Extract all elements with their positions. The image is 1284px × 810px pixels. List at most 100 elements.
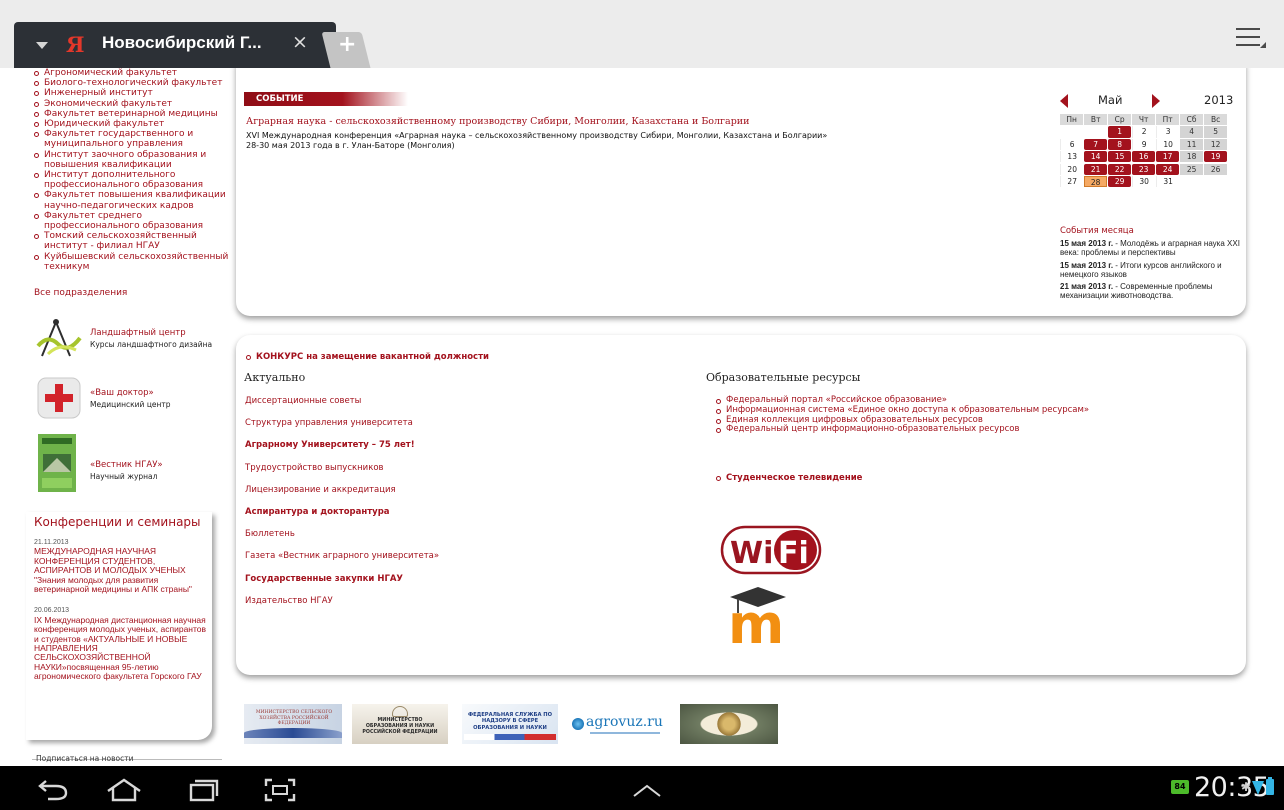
calendar-day[interactable]: 21 [1083,163,1108,175]
calendar-day[interactable]: 31 [1155,175,1180,188]
subscribe-link[interactable]: Подписаться на новости [36,754,133,763]
calendar-day[interactable]: 4 [1179,126,1204,138]
conference-link[interactable]: МЕЖДУНАРОДНАЯ НАУЧНАЯ КОНФЕРЕНЦИЯ СТУДЕН… [34,547,210,594]
calendar-day[interactable]: 5 [1203,126,1228,138]
calendar-day[interactable]: 15 [1107,151,1132,163]
calendar-day[interactable]: 3 [1155,126,1180,138]
menu-icon[interactable] [1236,28,1268,54]
moodle-logo[interactable]: m [724,583,814,647]
calendar-next-icon[interactable] [1152,94,1160,108]
calendar-day[interactable]: 26 [1203,163,1228,175]
actual-link[interactable]: Трудоустройство выпускников [245,463,665,485]
calendar-day[interactable]: 18 [1179,151,1204,163]
faculty-link[interactable]: Томский сельскохозяйственный институт - … [34,231,230,251]
faculty-link[interactable]: Факультет ветеринарной медицины [34,109,230,119]
faculty-link[interactable]: Институт заочного образования и повышени… [34,150,230,170]
conference-link[interactable]: IX Международная дистанционная научная к… [34,615,210,682]
calendar-day[interactable]: 9 [1131,138,1156,150]
calendar-prev-icon[interactable] [1060,94,1068,108]
conference-item[interactable]: 21.11.2013 МЕЖДУНАРОДНАЯ НАУЧНАЯ КОНФЕРЕ… [34,538,210,594]
back-icon[interactable] [36,778,70,810]
calendar-day[interactable]: 2 [1131,126,1156,138]
calendar-day[interactable]: 1 [1107,126,1132,138]
calendar-day[interactable]: 30 [1131,175,1156,188]
journal-cover-icon [38,434,76,492]
actual-link[interactable]: Газета «Вестник аграрного университета» [245,551,665,573]
chevron-down-icon[interactable] [36,42,48,49]
month-event-item[interactable]: 21 мая 2013 г. - Современные проблемы ме… [1060,282,1246,301]
calendar-day[interactable]: 27 [1060,175,1084,188]
calendar-day[interactable]: 19 [1203,151,1228,163]
actual-section-title: Актуально [244,371,306,384]
bluetooth-icon: ✱ [1241,780,1252,794]
calendar-day[interactable]: 24 [1155,163,1180,175]
faculty-link[interactable]: Куйбышевский сельскохозяйственный техник… [34,252,230,272]
calendar-day[interactable]: 7 [1083,138,1108,150]
calendar-day[interactable]: 11 [1179,138,1204,150]
faculty-link[interactable]: Юридический факультет [34,119,230,129]
student-tv-link[interactable]: Студенческое телевидение [716,473,862,483]
event-description-line: XVI Международная конференция «Аграрная … [246,131,828,140]
partner-agrovuz[interactable]: agrovuz.ru [570,704,670,744]
screenshot-icon[interactable] [264,778,296,810]
all-units-link[interactable]: Все подразделения [34,288,127,298]
recent-apps-icon[interactable] [188,778,220,810]
actual-link[interactable]: Аграрному Университету – 75 лет! [245,440,665,462]
vacancy-contest-link[interactable]: КОНКУРС на замещение вакантной должности [246,352,489,362]
month-events-list: 15 мая 2013 г. - Молодёжь и аграрная нау… [1060,239,1246,304]
edu-resource-link[interactable]: Федеральный центр информационно-образова… [716,425,1089,435]
calendar-day[interactable]: 8 [1107,138,1132,150]
actual-link[interactable]: Бюллетень [245,529,665,551]
month-events-title: События месяца [1060,226,1134,236]
calendar-day[interactable]: 28 [1083,175,1108,188]
calendar-day[interactable]: 6 [1060,138,1084,150]
faculty-link[interactable]: Инженерный институт [34,88,230,98]
close-icon[interactable]: × [292,31,308,53]
month-event-item[interactable]: 15 мая 2013 г. - Молодёжь и аграрная нау… [1060,239,1246,258]
up-chevron-icon[interactable] [632,784,662,810]
new-tab-icon[interactable]: + [338,32,356,57]
calendar-empty-cell [1084,126,1107,137]
calendar-day[interactable]: 29 [1107,175,1132,188]
partner-obrnadzor[interactable]: ФЕДЕРАЛЬНАЯ СЛУЖБА ПО НАДЗОРУ В СФЕРЕ ОБ… [462,704,558,744]
actual-link[interactable]: Государственные закупки НГАУ [245,574,665,596]
calendar-day[interactable]: 10 [1155,138,1180,150]
calendar-week-row: 27 28 29 30 31 [1060,175,1248,188]
actual-link[interactable]: Диссертационные советы [245,396,665,418]
faculty-link[interactable]: Экономический факультет [34,99,230,109]
calendar-day[interactable]: 20 [1060,163,1084,175]
calendar-day[interactable]: 13 [1060,151,1084,163]
month-event-item[interactable]: 15 мая 2013 г. - Итоги курсов английског… [1060,261,1246,280]
partner-ministry-agriculture[interactable]: МИНИСТЕРСТВО СЕЛЬСКОГО ХОЗЯЙСТВА РОССИЙС… [244,704,342,744]
event-title-link[interactable]: Аграрная наука - сельскохозяйственному п… [246,116,749,127]
faculty-link[interactable]: Факультет повышения квалификации научно-… [34,190,230,211]
partner-ministry-education[interactable]: МИНИСТЕРСТВО ОБРАЗОВАНИЯ И НАУКИ РОССИЙС… [352,704,448,744]
faculty-link[interactable]: Институт дополнительного профессионально… [34,170,230,190]
faculty-link[interactable]: Факультет среднего профессионального обр… [34,211,230,231]
calendar-day[interactable]: 25 [1179,163,1204,175]
actual-link[interactable]: Структура управления университета [245,418,665,440]
home-icon[interactable] [104,778,144,810]
moodle-logo-text: m [728,593,784,647]
calendar-day[interactable]: 23 [1131,163,1156,175]
actual-link[interactable]: Аспирантура и докторантура [245,507,665,529]
partner-russian-emblem[interactable] [680,704,778,744]
faculty-link[interactable]: Биолого-технологический факультет [34,78,230,88]
actual-link[interactable]: Издательство НГАУ [245,596,665,618]
calendar-weekday-row: Пн Вт Ср Чт Пт Сб Вс [1060,114,1248,126]
calendar-day[interactable]: 16 [1131,151,1156,163]
calendar-day[interactable]: 22 [1107,163,1132,175]
tab-title[interactable]: Новосибирский Г... [102,33,262,53]
faculty-link[interactable]: Факультет государственного и муниципальн… [34,129,230,149]
calendar-day[interactable]: 14 [1083,151,1108,163]
calendar-day[interactable]: 12 [1203,138,1228,150]
faculty-link[interactable]: Агрономический факультет [34,68,230,78]
browser-tab[interactable]: Я Новосибирский Г... × [14,22,336,68]
web-page: Агрономический факультет Биолого-технолог… [0,68,1284,766]
actual-link[interactable]: Лицензирование и аккредитация [245,485,665,507]
calendar-day[interactable]: 17 [1155,151,1180,163]
battery-notification-icon[interactable]: 84 [1171,780,1189,794]
conferences-list: 21.11.2013 МЕЖДУНАРОДНАЯ НАУЧНАЯ КОНФЕРЕ… [34,538,210,694]
wifi-logo[interactable]: Wi Fi [720,525,824,575]
conference-item[interactable]: 20.06.2013 IX Международная дистанционна… [34,606,210,681]
